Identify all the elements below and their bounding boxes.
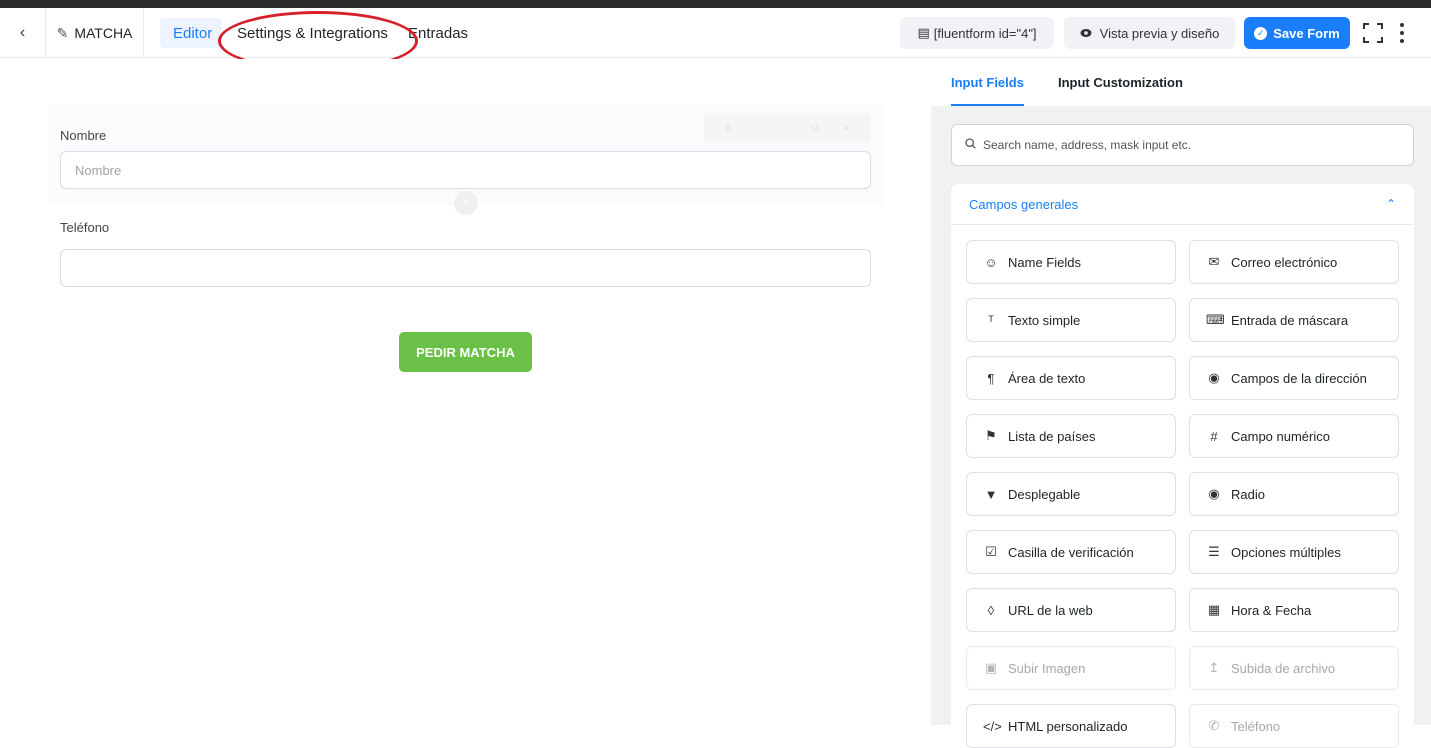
tab-editor[interactable]: Editor [160,18,222,48]
eye-icon [1080,26,1092,41]
group-title: Campos generales [969,196,1079,212]
shortcode-copy-button[interactable]: ▤ [fluentform id="4"] [900,17,1054,49]
field-button-label: Área de texto [1008,370,1086,386]
phone-icon: ✆ [1208,718,1220,733]
field-button-label: Radio [1231,486,1265,502]
field-button-text[interactable]: ᵀ Texto simple [966,298,1176,342]
check-circle-icon: ✓ [1254,26,1268,40]
field-button-image-upload[interactable]: ▣ Subir Imagen [966,646,1176,690]
delete-icon[interactable]: ✕ [841,122,850,135]
keyboard-icon: ⌨ [1206,312,1225,327]
field-button-dropdown[interactable]: ▼ Desplegable [966,472,1176,516]
panel-tabs: Input Fields Input Customization [931,59,1431,106]
save-label: Save Form [1273,25,1340,41]
field-button-label: Correo electrónico [1231,254,1338,270]
field-button-phone[interactable]: ✆ Teléfono [1189,704,1399,748]
field-button-name-fields[interactable]: ☺ Name Fields [966,240,1176,284]
editor-header: ‹ ✎ MATCHA Editor Settings & Integration… [0,8,1431,71]
pencil-icon: ✎ [56,24,69,41]
field-button-url[interactable]: ◊ URL de la web [966,588,1176,632]
field-button-label: Campo numérico [1231,428,1330,444]
field-button-label: Lista de países [1008,428,1096,444]
list-icon: ☰ [1208,544,1220,559]
field-button-textarea[interactable]: ¶ Área de texto [966,356,1176,400]
move-down-icon[interactable]: ↓ [783,122,789,134]
map-pin-icon: ◉ [1208,370,1220,385]
dropdown-icon: ▼ [984,486,998,502]
window-top-strip [0,0,1431,8]
form-title-text: MATCHA [74,25,133,41]
nombre-input[interactable]: Nombre [60,151,871,189]
field-button-label: Casilla de verificación [1008,544,1134,560]
user-icon: ☺ [984,254,998,270]
form-editor-canvas: ✥ ↑ ↓ ⧉ ✕ Nombre Nombre + Teléfono PEDIR… [0,59,931,725]
field-button-checkbox[interactable]: ☑ Casilla de verificación [966,530,1176,574]
code-icon: </> [983,718,1002,734]
field-button-label: Entrada de máscara [1231,312,1349,328]
checkbox-icon: ☑ [985,544,997,559]
radio-icon: ◉ [1208,486,1220,501]
search-icon [965,138,976,152]
field-button-date-time[interactable]: ▦ Hora & Fecha [1189,588,1399,632]
field-button-numeric[interactable]: # Campo numérico [1189,414,1399,458]
paragraph-icon: ¶ [987,370,995,386]
form-title[interactable]: ✎ MATCHA [46,8,144,58]
duplicate-icon[interactable]: ⧉ [811,122,819,135]
field-button-label: URL de la web [1008,602,1093,618]
field-toolbar[interactable]: ✥ ↑ ↓ ⧉ ✕ [704,113,870,143]
submit-button[interactable]: PEDIR MATCHA [399,332,532,372]
field-button-label: Hora & Fecha [1231,602,1312,618]
field-button-label: Teléfono [1231,718,1281,734]
field-button-multiple-choice[interactable]: ☰ Opciones múltiples [1189,530,1399,574]
field-button-label: Texto simple [1008,312,1081,328]
field-button-label: Desplegable [1008,486,1081,502]
field-button-label: Subir Imagen [1008,660,1086,676]
field-label-nombre: Nombre [60,128,107,143]
tab-settings-integrations[interactable]: Settings & Integrations [237,18,388,48]
fullscreen-icon[interactable] [1362,22,1384,44]
more-options-icon[interactable] [1396,21,1408,45]
copy-icon: ▤ [917,25,930,40]
calendar-icon: ▦ [1207,602,1221,617]
field-button-label: Name Fields [1008,254,1081,270]
field-button-label: Opciones múltiples [1231,544,1341,560]
field-button-email[interactable]: ✉ Correo electrónico [1189,240,1399,284]
hash-icon: # [1210,428,1218,444]
field-button-country-list[interactable]: ⚑ Lista de países [966,414,1176,458]
field-button-mask-input[interactable]: ⌨ Entrada de máscara [1189,298,1399,342]
field-button-address[interactable]: ◉ Campos de la dirección [1189,356,1399,400]
envelope-icon: ✉ [1208,254,1220,269]
group-header[interactable]: Campos generales ⌃ [951,184,1414,225]
tab-input-customization[interactable]: Input Customization [1058,59,1183,106]
chevron-up-icon: ⌃ [1385,197,1396,211]
field-button-custom-html[interactable]: </> HTML personalizado [966,704,1176,748]
chevron-left-icon: ‹ [19,24,26,41]
telefono-input[interactable] [60,249,871,287]
shortcode-text: [fluentform id="4"] [933,25,1037,41]
field-label-telefono: Teléfono [60,220,110,235]
tab-entradas[interactable]: Entradas [408,18,468,48]
search-placeholder: Search name, address, mask input etc. [983,138,1192,152]
field-button-label: HTML personalizado [1008,718,1128,734]
field-button-label: Campos de la dirección [1231,370,1367,386]
field-search-input[interactable]: Search name, address, mask input etc. [951,124,1414,166]
fields-panel: Input Fields Input Customization Search … [931,59,1431,748]
text-cursor-icon: ᵀ [988,312,994,328]
move-up-icon[interactable]: ↑ [755,122,761,134]
field-button-radio[interactable]: ◉ Radio [1189,472,1399,516]
link-icon: ◊ [987,602,995,618]
field-button-label: Subida de archivo [1231,660,1336,676]
preview-label: Vista previa y diseño [1099,25,1220,41]
file-upload-icon: ↥ [1208,660,1220,675]
tab-input-fields[interactable]: Input Fields [951,59,1024,106]
preview-design-button[interactable]: Vista previa y diseño [1064,17,1235,49]
field-group-general: Campos generales ⌃ ☺ Name Fields ✉ Corre… [951,184,1414,748]
flag-icon: ⚑ [985,428,997,443]
back-button[interactable]: ‹ [0,8,46,58]
field-button-file-upload[interactable]: ↥ Subida de archivo [1189,646,1399,690]
save-form-button[interactable]: ✓ Save Form [1244,17,1350,49]
image-upload-icon: ▣ [984,660,998,675]
move-icon[interactable]: ✥ [723,122,732,135]
add-field-icon[interactable]: + [454,191,478,215]
